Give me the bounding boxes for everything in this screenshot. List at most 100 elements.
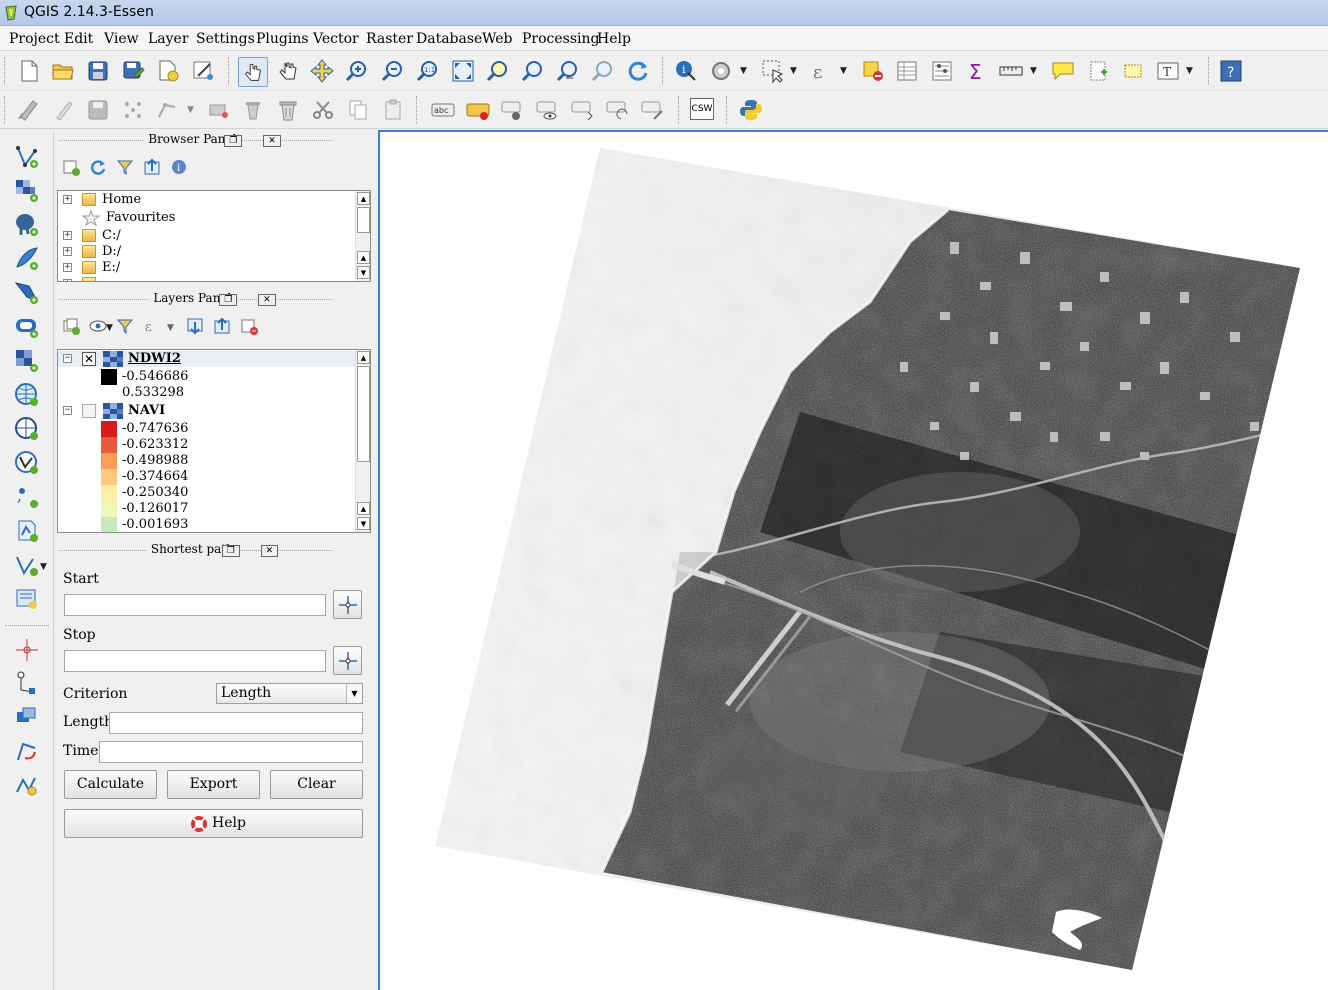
- scroll-thumb[interactable]: [357, 366, 370, 462]
- clear-button[interactable]: Clear: [270, 770, 363, 799]
- zoom-in-icon[interactable]: [344, 58, 370, 84]
- pan-map-icon[interactable]: [275, 58, 301, 84]
- add-circular-string-icon[interactable]: [13, 636, 41, 664]
- identify-features-icon[interactable]: i: [673, 58, 699, 84]
- float-panel-icon[interactable]: ❐: [224, 135, 243, 147]
- collapse-icon[interactable]: −: [63, 406, 72, 415]
- pin-labels-icon[interactable]: [465, 97, 491, 123]
- expand-icon[interactable]: +: [63, 231, 72, 240]
- add-spatialite-layer-icon[interactable]: [13, 245, 41, 273]
- toolbar-grip[interactable]: [4, 57, 7, 85]
- trash-icon[interactable]: [275, 97, 301, 123]
- pan-to-selection-icon[interactable]: [309, 58, 335, 84]
- whats-this-help-icon[interactable]: ?: [1218, 58, 1244, 84]
- move-feature-icon[interactable]: [155, 97, 181, 123]
- expand-icon[interactable]: +: [63, 195, 72, 204]
- menu-layer[interactable]: Layer: [148, 31, 189, 47]
- layer-item-navi[interactable]: − NAVI: [58, 403, 356, 419]
- field-calculator-icon[interactable]: [929, 58, 955, 84]
- add-raster-layer-icon[interactable]: [13, 177, 41, 205]
- calculate-button[interactable]: Calculate: [64, 770, 157, 799]
- menu-plugins[interactable]: Plugins: [256, 31, 309, 47]
- menu-project[interactable]: Project: [9, 31, 60, 47]
- menu-vector[interactable]: Vector: [313, 31, 359, 47]
- menu-raster[interactable]: Raster: [366, 31, 413, 47]
- chevron-down-icon[interactable]: ▼: [346, 684, 362, 703]
- refresh-icon[interactable]: [625, 58, 651, 84]
- close-panel-icon[interactable]: ✕: [263, 135, 281, 147]
- toolbar-grip[interactable]: [1208, 57, 1211, 85]
- layer-labeling-options-icon[interactable]: abc: [430, 97, 456, 123]
- offset-curve-icon[interactable]: [13, 704, 41, 732]
- manage-visibility-icon[interactable]: [88, 316, 108, 336]
- start-point-field[interactable]: [64, 594, 326, 616]
- move-label-icon[interactable]: [570, 97, 596, 123]
- zoom-native-resolution-icon[interactable]: 1:1: [415, 58, 441, 84]
- add-vector-layer-icon[interactable]: [13, 143, 41, 171]
- add-virtual-layer-icon[interactable]: [13, 585, 41, 613]
- dropdown-arrow-icon[interactable]: ▼: [840, 66, 847, 76]
- menu-edit[interactable]: Edit: [64, 31, 93, 47]
- rotate-label-icon[interactable]: [605, 97, 631, 123]
- add-oracle-layer-icon[interactable]: [13, 313, 41, 341]
- reshape-features-icon[interactable]: [13, 738, 41, 766]
- paste-features-icon[interactable]: [380, 97, 406, 123]
- statistical-summary-icon[interactable]: Σ: [964, 58, 990, 84]
- menu-view[interactable]: View: [104, 31, 139, 47]
- collapse-all-icon[interactable]: [142, 157, 162, 177]
- simplify-feature-icon[interactable]: [13, 772, 41, 800]
- add-mssql-layer-icon[interactable]: [13, 279, 41, 307]
- scroll-up-icon[interactable]: ▲: [357, 251, 370, 264]
- add-wmts-layer-icon[interactable]: [13, 381, 41, 409]
- touch-zoom-pan-icon[interactable]: [238, 57, 268, 87]
- change-label-icon[interactable]: [640, 97, 666, 123]
- dropdown-arrow-icon[interactable]: ▼: [1186, 66, 1193, 76]
- toolbar-grip[interactable]: [726, 96, 729, 124]
- zoom-last-icon[interactable]: [555, 58, 581, 84]
- refresh-browser-icon[interactable]: [88, 157, 108, 177]
- add-group-icon[interactable]: [61, 316, 81, 336]
- menu-database[interactable]: Database: [416, 31, 482, 47]
- menu-help[interactable]: Help: [597, 31, 631, 47]
- filter-by-expression-icon[interactable]: ε: [142, 316, 162, 336]
- menu-processing[interactable]: Processing: [522, 31, 600, 47]
- cut-features-icon[interactable]: [310, 97, 336, 123]
- length-field[interactable]: [109, 712, 363, 734]
- attribute-table-icon[interactable]: [894, 58, 920, 84]
- scroll-up-icon[interactable]: ▲: [357, 502, 370, 515]
- dropdown-arrow-icon[interactable]: ▼: [1030, 66, 1037, 76]
- dropdown-arrow-icon[interactable]: ▼: [40, 562, 47, 572]
- dropdown-arrow-icon[interactable]: ▼: [790, 66, 797, 76]
- stop-point-field[interactable]: [64, 650, 326, 672]
- open-project-icon[interactable]: [50, 58, 76, 84]
- layer-visibility-checkbox[interactable]: ✕: [82, 352, 96, 366]
- float-panel-icon[interactable]: ❐: [219, 294, 238, 306]
- measure-line-icon[interactable]: [998, 58, 1024, 84]
- float-panel-icon[interactable]: ❐: [221, 545, 240, 557]
- dropdown-arrow-icon[interactable]: ▼: [106, 323, 113, 333]
- new-project-icon[interactable]: [16, 58, 42, 84]
- export-button[interactable]: Export: [167, 770, 260, 799]
- filter-browser-icon[interactable]: [115, 157, 135, 177]
- expand-all-icon[interactable]: [185, 316, 205, 336]
- select-features-icon[interactable]: [760, 58, 786, 84]
- add-wcs-layer-icon[interactable]: [13, 415, 41, 443]
- capture-stop-point-button[interactable]: [333, 646, 362, 675]
- expand-icon[interactable]: +: [63, 263, 72, 272]
- menu-settings[interactable]: Settings: [196, 31, 255, 47]
- toolbar-grip[interactable]: [416, 96, 419, 124]
- toolbar-grip[interactable]: [662, 57, 665, 85]
- show-pinned-labels-icon[interactable]: [535, 97, 561, 123]
- add-wfs-layer-icon[interactable]: [13, 449, 41, 477]
- show-hide-labels-icon[interactable]: [500, 97, 526, 123]
- map-tips-icon[interactable]: [1050, 58, 1076, 84]
- scroll-thumb[interactable]: [357, 207, 370, 233]
- layers-scrollbar[interactable]: ▲ ▲ ▼: [355, 350, 370, 532]
- new-shapefile-layer-icon[interactable]: [13, 517, 41, 545]
- close-panel-icon[interactable]: ✕: [258, 294, 276, 306]
- scroll-down-icon[interactable]: ▼: [357, 517, 370, 530]
- collapse-all-layers-icon[interactable]: [212, 316, 232, 336]
- node-tool-vertical-icon[interactable]: [13, 670, 41, 698]
- save-as-icon[interactable]: [120, 58, 146, 84]
- add-feature-icon[interactable]: [120, 97, 146, 123]
